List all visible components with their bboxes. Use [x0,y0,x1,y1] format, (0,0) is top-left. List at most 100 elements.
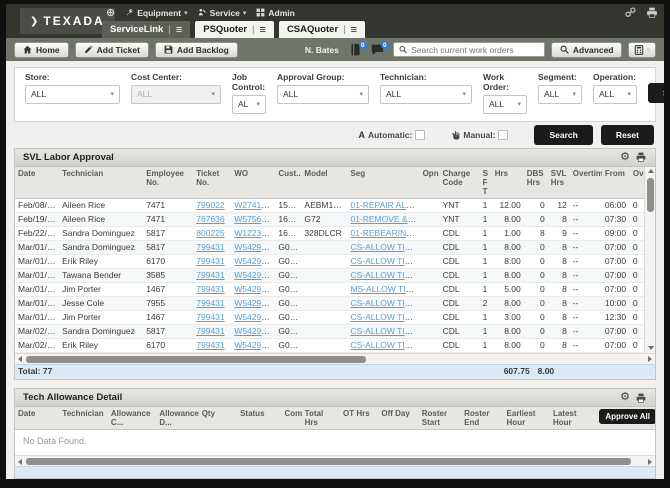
approve-all-button[interactable]: Approve All [599,409,655,424]
work-order-link[interactable]: W5429664 [234,326,275,336]
tab-menu-icon[interactable]: ≡ [260,24,266,36]
column-header[interactable]: Cust... [275,167,301,199]
work-order-link[interactable]: W5429664 [234,312,275,322]
reset-button[interactable]: Reset [601,125,654,145]
segment-link[interactable]: CS-ALLOW TIME CO HOLI... [350,256,419,266]
ticket-link[interactable]: 799431 [196,284,224,294]
segment-link[interactable]: CS-ALLOW TIME CO HOLI... [350,312,419,322]
column-header[interactable]: Qty [199,407,237,430]
segment-link[interactable]: CS-ALLOW TIME CO HOLI... [350,270,419,280]
column-header[interactable]: Technician [59,167,143,199]
filter-select[interactable]: ALL▾ [131,85,221,104]
column-header[interactable]: Model [301,167,347,199]
column-header[interactable]: Allowance C... [108,407,156,430]
add-ticket-button[interactable]: Add Ticket [75,42,149,58]
ticket-link[interactable]: 799431 [196,312,224,322]
advanced-search-button[interactable]: Advanced [551,42,623,58]
tab-menu-icon[interactable]: ≡ [176,24,182,36]
segment-link[interactable]: MS-ALLOW TIME CO HOLI... [350,284,419,294]
vertical-scrollbar[interactable] [644,167,655,353]
ticket-link[interactable]: 799431 [196,340,224,350]
scroll-left-arrow[interactable] [15,456,25,467]
work-order-link[interactable]: W5429664 [234,242,275,252]
gear-icon[interactable]: ⚙ [620,152,630,163]
column-header[interactable]: Earliest Hour [504,407,550,430]
tab-menu-icon[interactable]: ≡ [351,24,357,36]
column-header[interactable]: WO [231,167,275,199]
menu-service[interactable]: Service ▾ [198,8,247,18]
ticket-link[interactable]: 799431 [196,256,224,266]
save-button[interactable]: Save [648,83,664,103]
scroll-right-arrow[interactable] [645,354,655,365]
horizontal-scroll-thumb[interactable] [26,356,366,363]
column-header[interactable]: Employee No. [143,167,193,199]
filter-select[interactable]: AL▾ [232,95,266,114]
search-input[interactable] [411,45,539,55]
work-order-link[interactable]: W5429664 [234,340,275,350]
column-header[interactable]: Seg [347,167,419,199]
ticket-link[interactable]: 767636 [196,214,224,224]
ticket-link[interactable]: 799022 [196,200,224,210]
ticket-link[interactable]: 799431 [196,270,224,280]
tab-psquoter[interactable]: PSQuoter | ≡ [195,21,274,38]
column-header[interactable]: Date [15,167,59,199]
column-header[interactable]: Status [237,407,281,430]
segment-link[interactable]: CS-ALLOW TIME CO HOLI... [350,298,419,308]
filter-select[interactable]: ALL▾ [538,85,582,104]
column-header[interactable]: From [602,167,630,199]
filter-select[interactable]: ALL▾ [483,95,527,114]
scroll-left-arrow[interactable] [15,354,25,365]
work-order-link[interactable]: W5429664 [234,284,275,294]
filter-select[interactable]: ALL▾ [277,85,369,104]
circle-plus-icon[interactable]: ⊕ [106,6,115,19]
column-header[interactable]: Ticket No. [193,167,231,199]
segment-link[interactable]: CS-ALLOW TIME CO HOLI... [350,242,419,252]
print-icon[interactable] [646,7,658,18]
segment-link[interactable]: CS-ALLOW TIME CO HOLI... [350,326,419,336]
horizontal-scrollbar[interactable] [15,455,655,466]
vertical-scroll-thumb[interactable] [647,178,654,212]
segment-link[interactable]: 01-REPAIR ALLIED EQUIP... [350,200,419,210]
column-header[interactable]: Hrs [492,167,524,199]
filter-select[interactable]: ALL▾ [380,85,472,104]
column-header[interactable]: Overt [630,167,644,199]
work-order-link[interactable]: W5756609 [234,214,275,224]
work-order-link[interactable]: W5429664 [234,270,275,280]
horizontal-scrollbar[interactable] [15,353,655,364]
filter-select[interactable]: ALL▾ [593,85,637,104]
column-header[interactable]: Roster Start [419,407,461,430]
segment-link[interactable]: CS-ALLOW TIME CO HOLI... [350,340,419,350]
messages-button[interactable]: 0 [371,43,387,56]
home-button[interactable]: Home [14,42,69,58]
segment-link[interactable]: 01-REMOVE & INSTALL/RE... [350,214,419,224]
print-icon[interactable] [635,152,647,162]
tab-csaquoter[interactable]: CSAQuoter | ≡ [279,21,365,38]
notes-button[interactable]: 0 [349,43,365,56]
tab-servicelink[interactable]: ServiceLink | ≡ [102,21,190,38]
scroll-right-arrow[interactable] [645,456,655,467]
filter-select[interactable]: ALL▾ [25,85,120,104]
scroll-down-arrow[interactable] [645,344,656,353]
column-header[interactable]: Opn [420,167,440,199]
segment-link[interactable]: 01-REBEARING & RESEAL... [350,228,419,238]
column-header[interactable]: DBS Hrs [524,167,548,199]
column-header[interactable]: S F T [480,167,492,199]
manual-checkbox[interactable] [498,130,508,140]
column-header[interactable]: OT Hrs [340,407,378,430]
scroll-up-arrow[interactable] [645,167,656,176]
column-header[interactable]: Total Hrs [302,407,340,430]
work-order-link[interactable]: W5429664 [234,298,275,308]
horizontal-scroll-thumb[interactable] [26,458,631,465]
column-header[interactable]: Charge Code [440,167,480,199]
column-header[interactable]: Latest Hour [550,407,596,430]
menu-admin[interactable]: Admin [256,8,294,18]
ticket-link[interactable]: 799431 [196,242,224,252]
automatic-checkbox[interactable] [415,130,425,140]
search-button[interactable]: Search [534,125,592,145]
work-order-link[interactable]: W5429664 [234,256,275,266]
work-order-link[interactable]: W2741417 [234,200,275,210]
column-header[interactable]: Com... [281,407,301,430]
ticket-link[interactable]: 800225 [196,228,224,238]
toolbar-more-button[interactable]: ▾ [628,42,656,58]
work-order-link[interactable]: W1223435 [234,228,275,238]
